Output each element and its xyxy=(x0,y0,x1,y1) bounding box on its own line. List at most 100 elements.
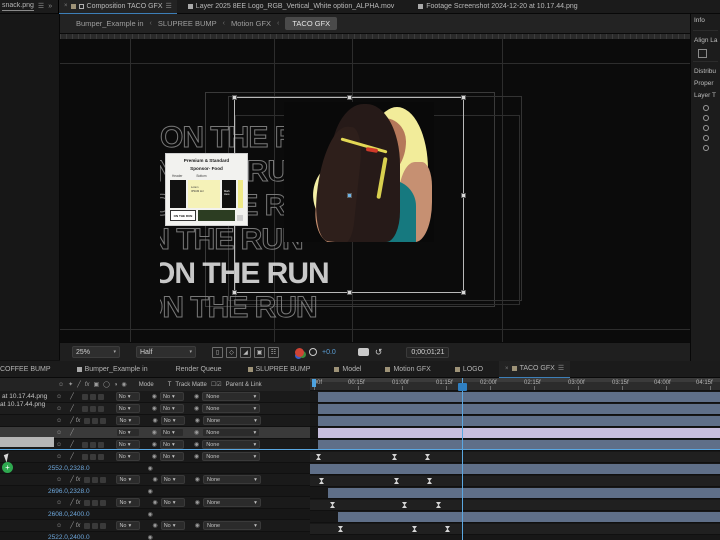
pick-whip-icon[interactable]: ◉ xyxy=(194,453,199,460)
parent-link-select[interactable]: None ▾ xyxy=(202,440,261,449)
pick-whip-icon[interactable]: ◉ xyxy=(148,488,153,495)
shy-icon[interactable]: ☺ xyxy=(56,500,62,506)
parent-link-select[interactable]: None ▾ xyxy=(202,392,261,401)
pick-whip-icon[interactable]: ◉ xyxy=(195,499,200,506)
track-matte-icon[interactable]: ◉ xyxy=(152,476,157,483)
timeline-tab-taco-gfx[interactable]: × TACO GFX ☰ xyxy=(499,360,571,378)
composition-viewer[interactable]: ON THE RUN ON THE RUN ON THE RUN ON THE … xyxy=(60,34,690,342)
time-ruler[interactable]: :00f 00:15f 01:00f 01:15f 02:00f 02:15f … xyxy=(310,378,720,391)
switch-cell[interactable] xyxy=(100,417,107,424)
track-matte-select[interactable]: No ▾ xyxy=(160,440,185,449)
stopwatch-icon[interactable] xyxy=(702,115,709,121)
switch-cell[interactable] xyxy=(81,405,88,412)
parent-link-select[interactable]: None ▾ xyxy=(202,416,261,425)
collapse-icon[interactable]: ✦ xyxy=(68,381,73,388)
track-matte-icon[interactable]: ◉ xyxy=(152,393,157,400)
column-header-mode[interactable]: Mode xyxy=(139,382,154,388)
stopwatch-icon[interactable] xyxy=(702,145,709,151)
track-matte-select[interactable]: No ▾ xyxy=(160,416,185,425)
track-row-selected[interactable] xyxy=(310,427,720,439)
pick-whip-icon[interactable]: ◉ xyxy=(194,429,199,436)
switch-cell[interactable] xyxy=(81,393,88,400)
track-row[interactable] xyxy=(310,403,720,415)
mode-select[interactable]: No ▾ xyxy=(115,404,140,413)
property-row[interactable]: 2552.0,2328.0 ◉ xyxy=(0,463,310,474)
fx-icon[interactable]: fx xyxy=(76,418,81,424)
stopwatch-icon[interactable] xyxy=(702,135,709,141)
track-matte-select[interactable]: No ▾ xyxy=(160,475,185,484)
frame-blend-icon[interactable]: ▣ xyxy=(93,381,99,388)
pick-whip-icon[interactable]: ◉ xyxy=(195,417,200,424)
switch-cell[interactable] xyxy=(84,417,91,424)
shy-icon[interactable]: ☺ xyxy=(56,454,62,460)
pick-whip-icon[interactable]: ◉ xyxy=(194,441,199,448)
timeline-graph[interactable]: :00f 00:15f 01:00f 01:15f 02:00f 02:15f … xyxy=(310,378,720,540)
tab-layer-logo-mov[interactable]: Layer 2025 8EE Logo_RGB_Vertical_White o… xyxy=(183,0,399,14)
track-matte-select[interactable]: No ▾ xyxy=(160,404,185,413)
property-row[interactable]: 2608.0,2400.0 ◉ xyxy=(0,509,310,520)
render-preview-button[interactable]: ▣ xyxy=(254,346,265,358)
tab-composition-taco-gfx[interactable]: × Composition TACO GFX ☰ xyxy=(59,0,177,14)
align-button[interactable] xyxy=(698,49,707,58)
track-matte-icon[interactable]: ◉ xyxy=(152,441,157,448)
property-row[interactable]: 2522.0,2400.0 ◉ xyxy=(0,532,310,540)
switch-cell[interactable] xyxy=(92,499,99,506)
switch-cell[interactable] xyxy=(81,453,88,460)
breadcrumb-item-3[interactable]: TACO GFX xyxy=(285,17,338,30)
switch-cell[interactable] xyxy=(92,522,99,529)
mode-select[interactable]: No ▾ xyxy=(116,498,141,507)
switch-cell[interactable] xyxy=(81,441,88,448)
track-matte-select[interactable]: No ▾ xyxy=(160,428,185,437)
table-row[interactable]: ☺ ╱ fx No ▾ ◉ No ▾ ◉ None ▾ xyxy=(0,497,310,509)
tab-footage-screenshot[interactable]: Footage Screenshot 2024-12-20 at 10.17.4… xyxy=(413,0,582,14)
panel-menu-icon[interactable]: ☰ xyxy=(38,3,44,10)
table-row[interactable]: ☺ ╱ fx No ▾ ◉ No ▾ ◉ None ▾ xyxy=(0,415,310,427)
viewer-stage[interactable]: ON THE RUN ON THE RUN ON THE RUN ON THE … xyxy=(60,39,690,342)
close-icon[interactable]: × xyxy=(505,366,509,372)
stopwatch-icon[interactable] xyxy=(702,125,709,131)
track-row[interactable] xyxy=(310,487,720,499)
quality-icon[interactable]: ╱ xyxy=(77,381,81,388)
quality-icon[interactable]: ╱ xyxy=(70,429,74,436)
mode-select[interactable]: No ▾ xyxy=(116,475,141,484)
pick-whip-icon[interactable]: ◉ xyxy=(195,522,200,529)
mode-select[interactable]: No ▾ xyxy=(115,440,140,449)
track-matte-select[interactable]: No ▾ xyxy=(160,452,185,461)
zoom-level-select[interactable]: 25% ▾ xyxy=(72,346,120,358)
breadcrumb-item-2[interactable]: Motion GFX xyxy=(231,19,271,28)
region-of-interest-button[interactable]: ☷ xyxy=(268,346,279,358)
channel-rgb-icon[interactable] xyxy=(295,347,304,357)
table-row[interactable]: ☺ ╱ fx No ▾ ◉ No ▾ ◉ None ▾ xyxy=(0,474,310,486)
shy-icon[interactable]: ☺ xyxy=(56,418,62,424)
track-matte-icon[interactable]: ◉ xyxy=(152,453,157,460)
timeline-tab-motion-gfx[interactable]: Motion GFX xyxy=(379,361,436,378)
timeline-tab-slupree-bump[interactable]: SLUPREE BUMP xyxy=(242,361,317,378)
exposure-value[interactable]: +0.0 xyxy=(322,349,336,356)
shy-icon[interactable]: ☺ xyxy=(56,394,62,400)
quality-icon[interactable]: ╱ xyxy=(70,417,74,424)
switch-cell[interactable] xyxy=(97,453,104,460)
switch-cell[interactable] xyxy=(89,453,96,460)
shy-icon[interactable]: ☺ xyxy=(56,523,62,529)
parent-link-select[interactable]: None ▾ xyxy=(202,475,261,484)
fx-icon[interactable]: fx xyxy=(76,477,81,483)
property-value[interactable]: 2608.0,2400.0 xyxy=(48,511,90,518)
switch-cell[interactable] xyxy=(97,429,104,436)
track-row[interactable] xyxy=(310,451,720,463)
parent-link-select[interactable]: None ▾ xyxy=(202,498,261,507)
track-matte-icon[interactable]: ◉ xyxy=(152,405,157,412)
shy-icon[interactable]: ☺ xyxy=(58,382,64,388)
mode-select[interactable]: No ▾ xyxy=(115,452,140,461)
quality-icon[interactable]: ╱ xyxy=(70,522,74,529)
table-row[interactable]: at 10.17.44.png ☺ ╱ No ▾ ◉ No ▾ ◉ None ▾ xyxy=(0,391,310,403)
visibility-toggle-icon[interactable]: ☑ xyxy=(216,381,221,388)
switch-cell[interactable] xyxy=(89,429,96,436)
track-matte-select[interactable]: No ▾ xyxy=(160,521,185,530)
switch-cell[interactable] xyxy=(84,499,91,506)
fx-icon[interactable]: fx xyxy=(76,500,81,506)
exposure-reset-icon[interactable] xyxy=(309,348,317,356)
viewer-timecode[interactable]: 0;00;01;21 xyxy=(406,346,450,358)
quality-icon[interactable]: ╱ xyxy=(70,453,74,460)
property-value[interactable]: 2696.0,2328.0 xyxy=(48,488,90,495)
pick-whip-icon[interactable]: ◉ xyxy=(148,511,153,518)
